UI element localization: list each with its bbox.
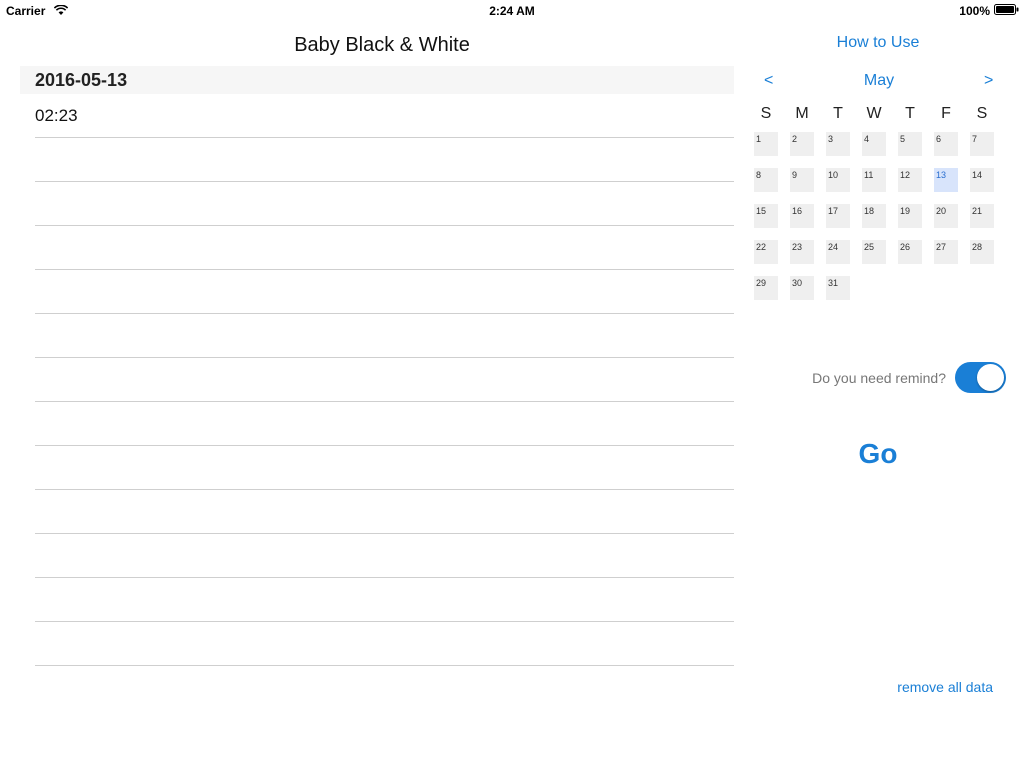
battery-icon	[994, 4, 1019, 15]
weekday-label: S	[976, 105, 988, 122]
entry-row[interactable]	[35, 622, 734, 666]
entry-text: 02:23	[35, 106, 78, 125]
weekday-label: T	[905, 105, 915, 122]
date-header-text: 2016-05-13	[35, 70, 128, 90]
status-bar: Carrier 2:24 AM 100%	[0, 0, 1024, 20]
entry-row[interactable]	[35, 578, 734, 622]
how-to-use-button[interactable]: How to Use	[754, 34, 1002, 52]
calendar-day[interactable]: 11	[862, 168, 886, 192]
calendar-day[interactable]: 5	[898, 132, 922, 156]
entry-row[interactable]	[35, 402, 734, 446]
calendar-day[interactable]: 22	[754, 240, 778, 264]
date-header: 2016-05-13	[20, 66, 734, 94]
calendar-day[interactable]: 6	[934, 132, 958, 156]
go-button[interactable]: Go	[754, 438, 1002, 470]
next-month-button[interactable]: >	[984, 72, 993, 90]
entry-list: 02:23	[35, 94, 734, 666]
calendar-day[interactable]: 23	[790, 240, 814, 264]
calendar-day[interactable]: 3	[826, 132, 850, 156]
calendar-day[interactable]: 26	[898, 240, 922, 264]
entry-row[interactable]	[35, 270, 734, 314]
calendar-day[interactable]: 2	[790, 132, 814, 156]
calendar-day[interactable]: 21	[970, 204, 994, 228]
calendar-day[interactable]: 15	[754, 204, 778, 228]
calendar-day[interactable]: 20	[934, 204, 958, 228]
calendar-day[interactable]: 13	[934, 168, 958, 192]
entry-row[interactable]	[35, 534, 734, 578]
calendar-day[interactable]: 14	[970, 168, 994, 192]
weekday-label: T	[833, 105, 843, 122]
entry-row[interactable]	[35, 182, 734, 226]
remind-toggle[interactable]	[955, 362, 1006, 393]
month-label: May	[863, 72, 895, 89]
calendar-day[interactable]: 16	[790, 204, 814, 228]
calendar-day[interactable]: 28	[970, 240, 994, 264]
screen: Carrier 2:24 AM 100% Baby Black & White …	[0, 0, 1024, 768]
weekday-label: M	[795, 105, 809, 122]
calendar-day[interactable]: 8	[754, 168, 778, 192]
entry-row[interactable]	[35, 314, 734, 358]
weekday-label: S	[760, 105, 772, 122]
calendar-day[interactable]: 10	[826, 168, 850, 192]
entry-row[interactable]	[35, 446, 734, 490]
calendar-day[interactable]: 4	[862, 132, 886, 156]
remind-label: Do you need remind?	[812, 370, 946, 386]
calendar-day[interactable]: 19	[898, 204, 922, 228]
calendar-day[interactable]: 24	[826, 240, 850, 264]
app-title: Baby Black & White	[294, 34, 470, 56]
weekday-label: F	[941, 105, 951, 122]
weekday-header: SMTWTFS	[748, 105, 1000, 123]
remove-all-data-button[interactable]: remove all data	[897, 679, 993, 695]
entry-row[interactable]	[35, 490, 734, 534]
calendar-day[interactable]: 30	[790, 276, 814, 300]
status-time: 2:24 AM	[489, 4, 535, 18]
calendar-day[interactable]: 7	[970, 132, 994, 156]
weekday-label: W	[866, 105, 882, 122]
battery-percentage: 100%	[959, 4, 990, 18]
entry-row[interactable]	[35, 358, 734, 402]
calendar-day[interactable]: 31	[826, 276, 850, 300]
calendar-day[interactable]: 27	[934, 240, 958, 264]
calendar-day[interactable]: 1	[754, 132, 778, 156]
calendar-day[interactable]: 9	[790, 168, 814, 192]
calendar-day[interactable]: 18	[862, 204, 886, 228]
calendar-day[interactable]: 29	[754, 276, 778, 300]
toggle-knob	[977, 364, 1004, 391]
calendar-day[interactable]: 12	[898, 168, 922, 192]
entry-row[interactable]: 02:23	[35, 94, 734, 138]
calendar-day[interactable]: 17	[826, 204, 850, 228]
entry-row[interactable]	[35, 226, 734, 270]
calendar-day[interactable]: 25	[862, 240, 886, 264]
entry-row[interactable]	[35, 138, 734, 182]
